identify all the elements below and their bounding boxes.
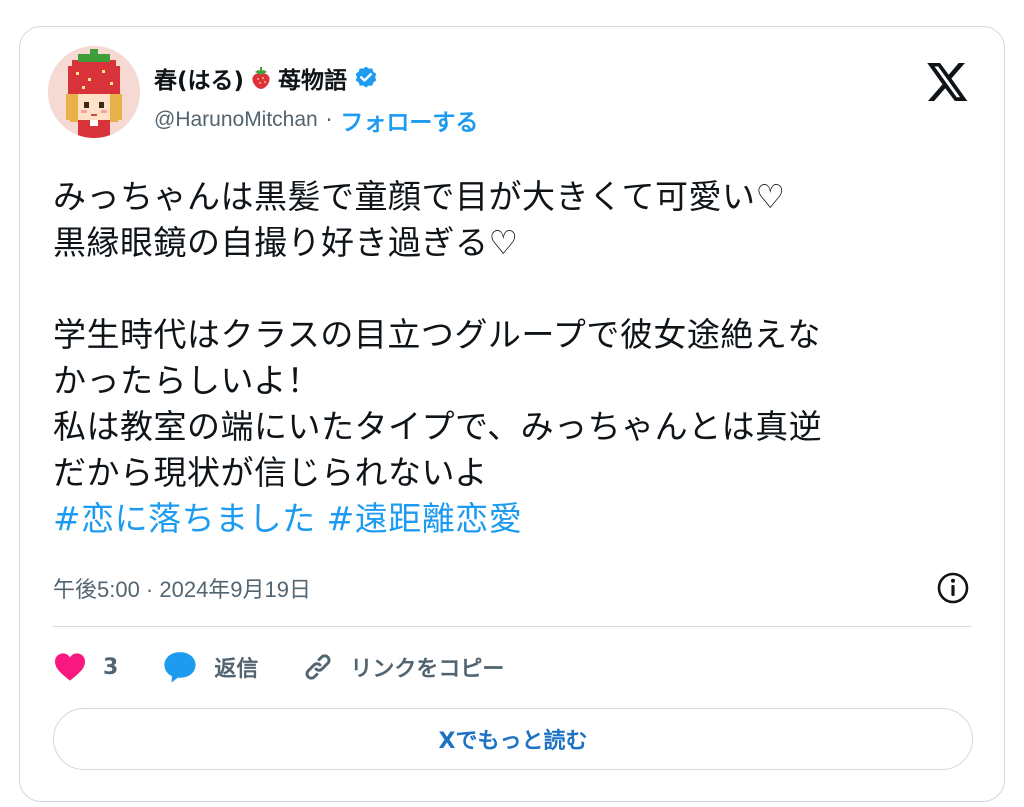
tweet-timestamp[interactable]: 午後5:00 · 2024年9月19日 xyxy=(53,572,311,604)
tweet-line: だから現状が信じられないよ xyxy=(53,453,488,492)
copy-link-button[interactable]: リンクをコピー xyxy=(302,651,504,683)
info-icon[interactable] xyxy=(936,571,970,605)
read-more-button[interactable]: Xでもっと読む xyxy=(53,708,973,770)
follow-button[interactable]: フォローする xyxy=(340,103,478,137)
tweet-actions: 3 返信 リンクをコピー xyxy=(53,647,548,687)
author-handle-row: @HarunoMitchan · フォローする xyxy=(154,103,478,137)
tweet-text: みっちゃんは黒髪で童顔で目が大きくて可愛い♡ 黒縁眼鏡の自撮り好き過ぎる♡ 学生… xyxy=(53,174,978,542)
tweet-line: 学生時代はクラスの目立つグループで彼女途絶えな xyxy=(53,315,821,354)
hashtag-link[interactable]: #恋に落ちました xyxy=(53,499,316,538)
like-count: 3 xyxy=(103,654,119,680)
tweet-line: かったらしいよ！ xyxy=(53,361,321,400)
strawberry-icon xyxy=(250,66,272,90)
tweet-line: 私は教室の端にいたタイプで、みっちゃんとは真逆 xyxy=(53,407,823,446)
embedded-tweet-card: 春(はる) 苺物語 @HarunoMitchan · フォローする みっちゃんは… xyxy=(19,26,1005,802)
avatar-image xyxy=(48,46,140,138)
tweet-line: 黒縁眼鏡の自撮り好き過ぎる♡ xyxy=(53,223,519,262)
hashtag-row: #恋に落ちました #遠距離恋愛 xyxy=(53,496,978,542)
link-icon xyxy=(305,654,331,680)
verified-badge-icon xyxy=(353,65,379,91)
separator-dot: · xyxy=(325,108,333,132)
author-display-suffix[interactable]: 苺物語 xyxy=(278,61,347,95)
avatar[interactable] xyxy=(48,46,140,138)
read-more-label: Xでもっと読む xyxy=(438,729,588,754)
hashtag-link[interactable]: #遠距離恋愛 xyxy=(327,499,523,538)
reply-label: 返信 xyxy=(214,657,259,682)
reply-button[interactable]: 返信 xyxy=(162,650,258,684)
speech-bubble-icon xyxy=(164,652,196,683)
x-logo-icon[interactable] xyxy=(927,63,969,101)
tweet-line: みっちゃんは黒髪で童顔で目が大きくて可愛い♡ xyxy=(53,177,786,216)
author-handle[interactable]: @HarunoMitchan xyxy=(154,108,318,132)
copy-link-label: リンクをコピー xyxy=(350,657,505,682)
author-name-row[interactable]: 春(はる) 苺物語 xyxy=(154,61,379,95)
author-display-name[interactable]: 春(はる) xyxy=(154,61,244,95)
like-button[interactable]: 3 xyxy=(53,652,118,682)
divider xyxy=(53,626,971,627)
heart-icon xyxy=(55,653,85,681)
